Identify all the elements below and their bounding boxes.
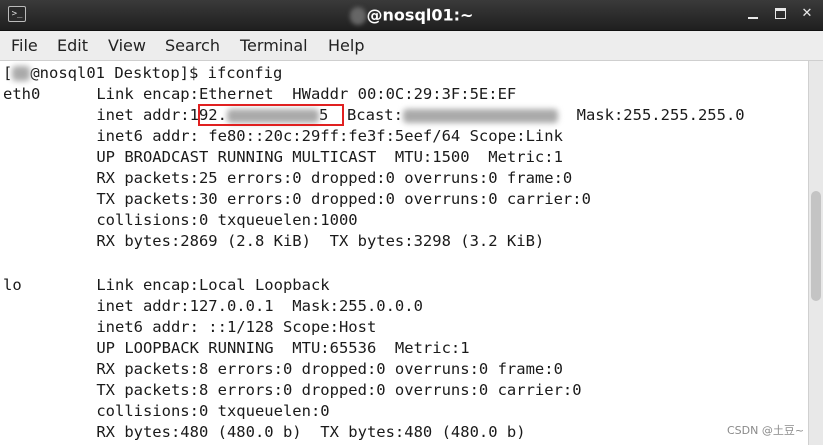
output-line: collisions:0 txqueuelen:1000 <box>3 211 358 229</box>
close-button[interactable]: ✕ <box>797 4 817 24</box>
vertical-scrollbar[interactable] <box>808 61 823 445</box>
window-title: @nosql01:~ <box>366 5 474 25</box>
output-line: inet6 addr: ::1/128 Scope:Host <box>3 318 377 336</box>
output-line: RX packets:8 errors:0 dropped:0 overruns… <box>3 360 563 378</box>
output-line: RX packets:25 errors:0 dropped:0 overrun… <box>3 169 573 187</box>
menu-view[interactable]: View <box>108 31 146 60</box>
output-line: RX bytes:2869 (2.8 KiB) TX bytes:3298 (3… <box>3 232 545 250</box>
minimize-icon <box>748 17 758 19</box>
mask-label: Mask:255.255.255.0 <box>557 106 745 124</box>
redacted-username-blur <box>12 66 31 81</box>
prompt-bracket: [ <box>3 64 13 82</box>
prompt-line: [ @nosql01 Desktop]$ ifconfig <box>3 63 282 84</box>
menu-search[interactable]: Search <box>165 31 220 60</box>
window-title-container: @nosql01:~ <box>0 0 823 30</box>
output-line: TX packets:30 errors:0 dropped:0 overrun… <box>3 190 591 208</box>
redacted-bcast-blur <box>402 108 558 123</box>
output-line-inet: inet addr:192. 5 Bcast: Mask:255.255.255.… <box>3 105 745 126</box>
prompt-command: @nosql01 Desktop]$ ifconfig <box>30 64 283 82</box>
scrollbar-thumb[interactable] <box>811 191 821 301</box>
menu-bar: File Edit View Search Terminal Help <box>0 31 823 61</box>
watermark: CSDN @土豆~ <box>727 424 805 437</box>
output-line: UP LOOPBACK RUNNING MTU:65536 Metric:1 <box>3 339 470 357</box>
menu-help[interactable]: Help <box>328 31 364 60</box>
menu-edit[interactable]: Edit <box>57 31 88 60</box>
terminal-output[interactable]: [ @nosql01 Desktop]$ ifconfig eth0 Link e… <box>0 61 808 445</box>
maximize-button[interactable] <box>770 4 790 24</box>
maximize-icon <box>774 8 786 19</box>
ip-highlight-box <box>198 104 344 126</box>
output-line: TX packets:8 errors:0 dropped:0 overruns… <box>3 381 582 399</box>
output-line: lo Link encap:Local Loopback <box>3 276 330 294</box>
output-line: eth0 Link encap:Ethernet HWaddr 00:0C:29… <box>3 85 517 103</box>
minimize-button[interactable] <box>743 4 763 24</box>
inet-addr-prefix: inet addr:192. <box>3 106 227 124</box>
output-line: collisions:0 txqueuelen:0 <box>3 402 330 420</box>
output-line: inet6 addr: fe80::20c:29ff:fe3f:5eef/64 … <box>3 127 563 145</box>
menu-terminal[interactable]: Terminal <box>240 31 308 60</box>
menu-file[interactable]: File <box>11 31 38 60</box>
close-icon: ✕ <box>801 6 813 21</box>
redacted-username-blur <box>349 6 366 25</box>
output-line: RX bytes:480 (480.0 b) TX bytes:480 (480… <box>3 423 526 441</box>
output-line: inet addr:127.0.0.1 Mask:255.0.0.0 <box>3 297 423 315</box>
title-bar: >_ @nosql01:~ ✕ <box>0 0 823 31</box>
output-line: UP BROADCAST RUNNING MULTICAST MTU:1500 … <box>3 148 563 166</box>
